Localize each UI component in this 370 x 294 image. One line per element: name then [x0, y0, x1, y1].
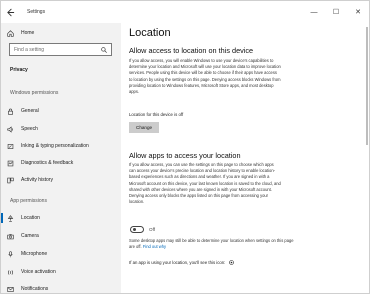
scrollbar[interactable]	[365, 23, 368, 293]
sidebar-item-general[interactable]: General	[1, 105, 121, 117]
back-arrow-icon[interactable]	[1, 1, 19, 23]
maximize-button[interactable]: ☐	[325, 1, 347, 23]
sidebar-item-microphone[interactable]: Microphone	[1, 248, 121, 260]
window-title: Settings	[27, 9, 46, 15]
location-icon	[1, 214, 19, 222]
sidebar-item-label: Home	[21, 30, 35, 36]
sidebar-item-speech[interactable]: Speech	[1, 123, 121, 135]
location-icon-line-text: If an app is using your location, you'll…	[129, 260, 226, 266]
app-permissions-header: App permissions	[10, 198, 47, 204]
sidebar-item-label: Speech	[21, 126, 38, 132]
home-icon	[1, 29, 19, 37]
location-status-text: Location for this device is off	[129, 112, 184, 117]
sidebar: Home Find a setting Privacy Windows perm…	[1, 23, 121, 293]
app-location-toggle[interactable]	[130, 226, 144, 233]
window-controls: — ☐ ✕	[303, 1, 369, 23]
desktop-apps-note: Some desktop apps may still be able to d…	[129, 238, 299, 250]
sidebar-item-label: Diagnostics & feedback	[21, 160, 74, 166]
sidebar-item-label: Activity history	[21, 177, 53, 183]
sidebar-item-voice-activation[interactable]: Voice activation	[1, 266, 121, 278]
sidebar-item-home[interactable]: Home	[1, 27, 121, 39]
sidebar-item-label: Microphone	[21, 251, 48, 257]
sidebar-item-label: Voice activation	[21, 269, 56, 275]
section-description-app-access: If you allow access, you can use the set…	[129, 162, 281, 205]
notifications-icon	[1, 286, 19, 293]
toggle-knob	[132, 228, 136, 232]
windows-permissions-header: Windows permissions	[10, 90, 59, 96]
sidebar-item-notifications[interactable]: Notifications	[1, 283, 121, 293]
search-input[interactable]: Find a setting	[9, 43, 112, 56]
lock-icon	[1, 108, 19, 115]
voice-icon	[1, 269, 19, 276]
sidebar-item-diagnostics[interactable]: Diagnostics & feedback	[1, 157, 121, 169]
camera-icon	[1, 233, 19, 240]
speech-icon	[1, 125, 19, 133]
minimize-button[interactable]: —	[303, 1, 325, 23]
toggle-state-label: Off	[149, 227, 156, 232]
sidebar-item-location[interactable]: Location	[1, 212, 121, 224]
find-out-why-link[interactable]: Find out why	[143, 244, 166, 249]
location-in-use-icon	[228, 260, 234, 266]
privacy-heading: Privacy	[10, 67, 28, 73]
title-bar: Settings — ☐ ✕	[1, 1, 369, 23]
sidebar-item-label: General	[21, 108, 39, 114]
sidebar-item-inking[interactable]: Inking & typing personalization	[1, 140, 121, 152]
sidebar-item-label: Camera	[21, 233, 39, 239]
page-title: Location	[129, 27, 171, 39]
sidebar-item-label: Notifications	[21, 286, 49, 292]
sidebar-item-camera[interactable]: Camera	[1, 230, 121, 242]
section-description-device-access: If you allow access, you will enable Win…	[129, 58, 281, 95]
activity-icon	[1, 177, 19, 184]
change-button[interactable]: Change	[129, 122, 160, 133]
scrollbar-thumb[interactable]	[366, 27, 368, 145]
pen-icon	[1, 143, 19, 150]
diagnostics-icon	[1, 160, 19, 167]
microphone-icon	[1, 250, 19, 258]
main-content: Location Allow access to location on thi…	[122, 23, 358, 293]
section-heading-app-access: Allow apps to access your location	[129, 151, 241, 160]
section-heading-device-access: Allow access to location on this device	[129, 46, 254, 55]
settings-window: Settings — ☐ ✕ Home Find a setting Priva…	[0, 0, 370, 294]
location-icon-line: If an app is using your location, you'll…	[129, 260, 234, 266]
sidebar-item-label: Location	[21, 215, 40, 221]
sidebar-item-activity-history[interactable]: Activity history	[1, 174, 121, 186]
search-placeholder: Find a setting	[14, 46, 45, 53]
sidebar-item-label: Inking & typing personalization	[21, 143, 89, 149]
close-button[interactable]: ✕	[347, 1, 369, 23]
search-icon	[101, 47, 107, 53]
